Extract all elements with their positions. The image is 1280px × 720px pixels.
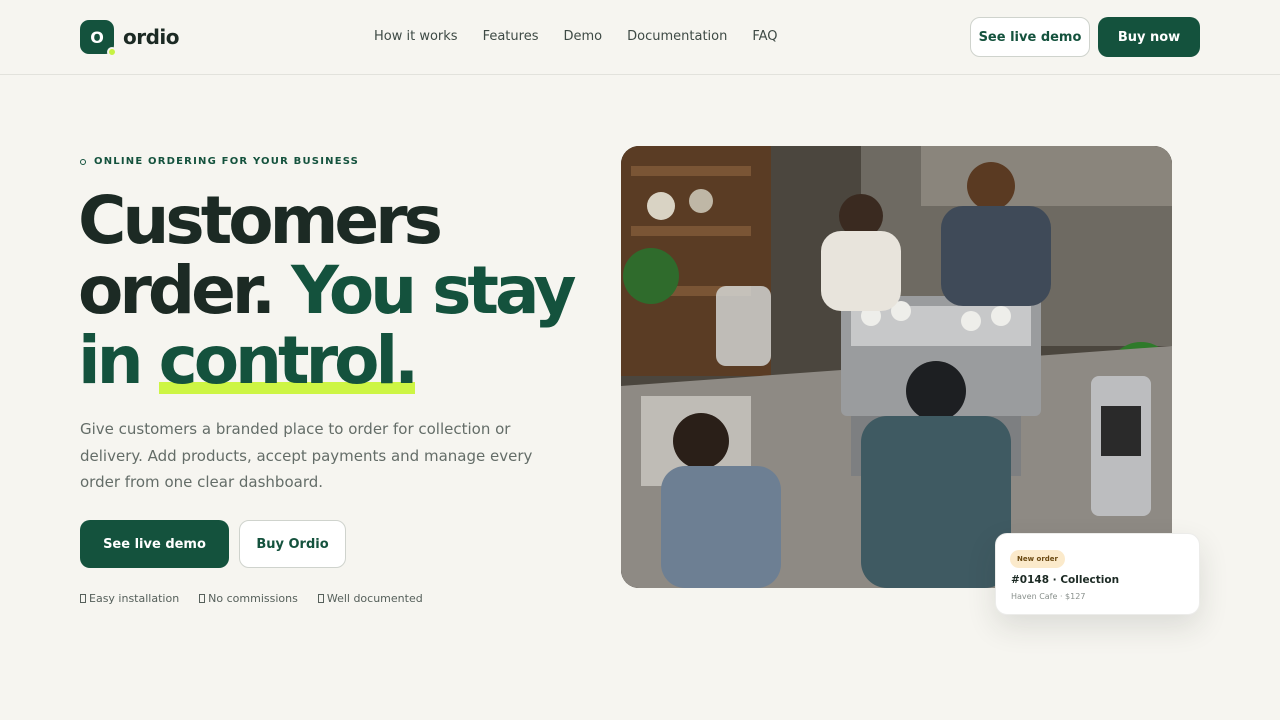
new-order-badge: New order xyxy=(1010,550,1065,568)
perk-item: Well documented xyxy=(317,592,423,605)
nav-features[interactable]: Features xyxy=(483,29,539,44)
order-subtitle: Haven Cafe · $127 xyxy=(1011,592,1086,601)
nav-documentation[interactable]: Documentation xyxy=(627,29,727,44)
check-icon xyxy=(199,594,206,603)
order-title: #0148 · Collection xyxy=(1011,574,1120,586)
hero-description: Give customers a branded place to order … xyxy=(80,420,533,491)
nav-faq[interactable]: FAQ xyxy=(752,29,777,44)
nav-how-it-works[interactable]: How it works xyxy=(374,29,458,44)
perk-label: Easy installation xyxy=(89,592,180,605)
header-live-demo-button[interactable]: See live demo xyxy=(970,17,1090,57)
perk-item: No commissions xyxy=(199,592,298,605)
check-icon xyxy=(317,594,324,603)
logo-mark: O xyxy=(80,20,117,57)
hero-live-demo-button[interactable]: See live demo xyxy=(80,520,229,568)
check-icon xyxy=(80,594,86,603)
site-header: O ordio How it works Features Demo Docum… xyxy=(0,0,1280,75)
logo-letter: O xyxy=(90,27,104,47)
hero-buy-button[interactable]: Buy Ordio xyxy=(239,520,346,568)
perk-label: No commissions xyxy=(208,592,298,605)
cafe-scene-illustration xyxy=(621,146,1172,588)
hero-eyebrow: ONLINE ORDERING FOR YOUR BUSINESS xyxy=(80,156,359,167)
nav-demo[interactable]: Demo xyxy=(563,29,602,44)
main-nav: How it works Features Demo Documentation… xyxy=(374,29,803,44)
header-buy-now-button[interactable]: Buy now xyxy=(1098,17,1200,57)
perk-label: Well documented xyxy=(326,592,423,605)
headline-highlight: control. xyxy=(158,322,419,399)
logo-status-dot xyxy=(107,47,117,57)
hero-headline: Customers order. You stay in control. xyxy=(78,186,598,396)
perk-item: Easy installation xyxy=(80,592,179,605)
hero-cafe-photo xyxy=(621,146,1172,588)
order-notification-card[interactable]: New order #0148 · Collection Haven Cafe … xyxy=(995,533,1200,615)
brand-logo[interactable]: O ordio xyxy=(80,20,180,57)
brand-name: ordio xyxy=(123,25,180,49)
eyebrow-dot-icon xyxy=(80,158,86,165)
perk-list: Easy installation No commissions Well do… xyxy=(80,592,443,605)
eyebrow-text: ONLINE ORDERING FOR YOUR BUSINESS xyxy=(94,156,360,167)
